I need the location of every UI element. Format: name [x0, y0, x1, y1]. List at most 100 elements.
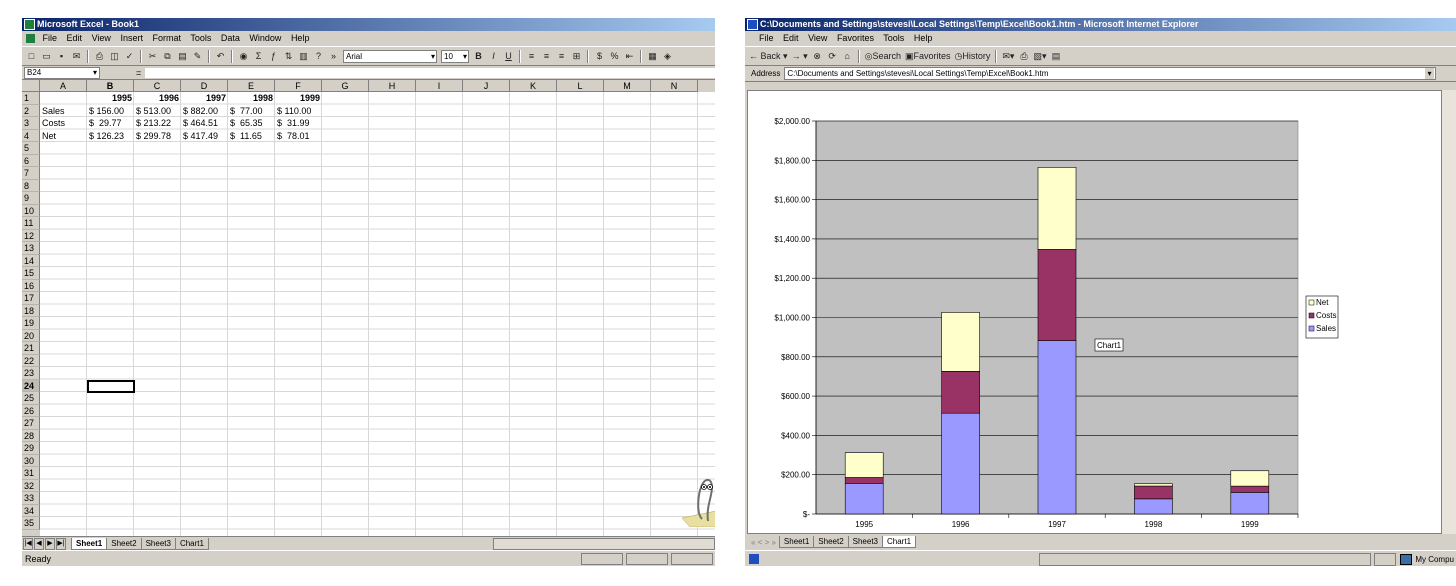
row-header-8[interactable]: 8 — [22, 179, 40, 192]
cell-b4[interactable]: $ 126.23 — [87, 130, 134, 143]
favorites-button[interactable]: ▣Favorites — [905, 50, 951, 62]
borders-icon[interactable]: ▦ — [647, 50, 658, 62]
chart-wizard-icon[interactable]: ▥ — [298, 50, 309, 62]
cell-a4[interactable]: Net — [40, 130, 87, 143]
edit-page-icon[interactable]: ▧▾ — [1033, 50, 1046, 62]
formula-equals-button[interactable]: = — [136, 68, 141, 78]
row-header-23[interactable]: 23 — [22, 367, 40, 380]
cell-a3[interactable]: Costs — [40, 117, 87, 130]
column-header-g[interactable]: G — [322, 80, 369, 92]
row-header-22[interactable]: 22 — [22, 354, 40, 367]
bar-sales-1999[interactable] — [1230, 492, 1270, 515]
excel-menu-view[interactable]: View — [92, 33, 111, 43]
cell-f3[interactable]: $ 31.99 — [275, 117, 322, 130]
formula-input[interactable] — [145, 67, 715, 78]
ie-menu-help[interactable]: Help — [914, 33, 933, 43]
row-header-33[interactable]: 33 — [22, 492, 40, 505]
cell-f1[interactable]: 1999 — [275, 92, 322, 105]
last-sheet-icon[interactable]: ▶| — [56, 538, 66, 550]
row-header-27[interactable]: 27 — [22, 417, 40, 430]
new-file-icon[interactable]: □ — [26, 50, 37, 62]
autosum-icon[interactable]: Σ — [253, 50, 264, 62]
row-header-3[interactable]: 3 — [22, 117, 40, 130]
row-header-32[interactable]: 32 — [22, 479, 40, 492]
name-box[interactable]: B24 — [24, 66, 100, 79]
excel-tab-chart1[interactable]: Chart1 — [174, 538, 209, 550]
bar-costs-1995[interactable] — [844, 477, 884, 484]
row-header-12[interactable]: 12 — [22, 229, 40, 242]
ie-tab-sheet3[interactable]: Sheet3 — [847, 536, 883, 548]
column-header-c[interactable]: C — [134, 80, 181, 92]
row-header-26[interactable]: 26 — [22, 404, 40, 417]
column-header-e[interactable]: E — [228, 80, 275, 92]
bar-net-1997[interactable] — [1037, 167, 1077, 250]
cell-b1[interactable]: 1995 — [87, 92, 134, 105]
bar-sales-1998[interactable] — [1134, 498, 1173, 515]
column-header-k[interactable]: K — [510, 80, 557, 92]
excel-menu-format[interactable]: Format — [152, 33, 181, 43]
cell-e1[interactable]: 1998 — [228, 92, 275, 105]
underline-icon[interactable]: U — [503, 50, 514, 62]
back-button[interactable]: ← Back ▾ — [749, 50, 788, 62]
format-painter-icon[interactable]: ✎ — [192, 50, 203, 62]
print-preview-icon[interactable]: ◫ — [109, 50, 120, 62]
excel-menu-tools[interactable]: Tools — [190, 33, 211, 43]
bar-net-1996[interactable] — [941, 312, 980, 372]
excel-tab-sheet2[interactable]: Sheet2 — [106, 538, 142, 550]
excel-menu-window[interactable]: Window — [249, 33, 281, 43]
hyperlink-icon[interactable]: ◉ — [238, 50, 249, 62]
column-header-j[interactable]: J — [463, 80, 510, 92]
column-header-b[interactable]: B — [87, 80, 134, 92]
forward-icon[interactable]: → ▾ — [792, 50, 808, 62]
address-input[interactable]: C:\Documents and Settings\stevesi\Local … — [784, 67, 1436, 80]
ie-menu-edit[interactable]: Edit — [783, 33, 799, 43]
ie-menu-favorites[interactable]: Favorites — [837, 33, 874, 43]
cell-f4[interactable]: $ 78.01 — [275, 130, 322, 143]
save-icon[interactable]: ▪ — [56, 50, 67, 62]
print-icon[interactable]: ⎙ — [1018, 50, 1029, 62]
excel-menu-file[interactable]: File — [43, 33, 58, 43]
undo-icon[interactable]: ↶ — [215, 50, 226, 62]
row-header-11[interactable]: 11 — [22, 217, 40, 230]
row-header-17[interactable]: 17 — [22, 292, 40, 305]
copy-icon[interactable]: ⧉ — [162, 50, 173, 62]
mail-icon[interactable]: ✉▾ — [1002, 50, 1014, 62]
cell-d3[interactable]: $ 464.51 — [181, 117, 228, 130]
email-icon[interactable]: ✉ — [71, 50, 82, 62]
row-header-25[interactable]: 25 — [22, 392, 40, 405]
column-header-l[interactable]: L — [557, 80, 604, 92]
ie-menu-view[interactable]: View — [808, 33, 827, 43]
spelling-icon[interactable]: ✓ — [124, 50, 135, 62]
percent-icon[interactable]: % — [609, 50, 620, 62]
row-header-28[interactable]: 28 — [22, 429, 40, 442]
excel-menu-data[interactable]: Data — [221, 33, 240, 43]
bar-costs-1999[interactable] — [1230, 485, 1270, 493]
first-sheet-icon[interactable]: |◀ — [23, 538, 33, 550]
column-header-f[interactable]: F — [275, 80, 322, 92]
row-header-10[interactable]: 10 — [22, 204, 40, 217]
ie-menu-tools[interactable]: Tools — [883, 33, 904, 43]
more-buttons-icon[interactable]: » — [328, 50, 339, 62]
cell-d1[interactable]: 1997 — [181, 92, 228, 105]
row-header-20[interactable]: 20 — [22, 329, 40, 342]
row-header-29[interactable]: 29 — [22, 442, 40, 455]
row-header-30[interactable]: 30 — [22, 454, 40, 467]
horizontal-scrollbar[interactable] — [493, 538, 715, 550]
merge-center-icon[interactable]: ⊞ — [571, 50, 582, 62]
ie-tab-sheet1[interactable]: Sheet1 — [778, 536, 815, 548]
cell-e2[interactable]: $ 77.00 — [228, 105, 275, 118]
row-header-6[interactable]: 6 — [22, 154, 40, 167]
row-header-14[interactable]: 14 — [22, 254, 40, 267]
row-header-4[interactable]: 4 — [22, 129, 40, 142]
excel-menu-insert[interactable]: Insert — [120, 33, 143, 43]
refresh-icon[interactable]: ⟳ — [827, 50, 838, 62]
selected-cell-b24[interactable] — [87, 379, 135, 393]
row-header-15[interactable]: 15 — [22, 267, 40, 280]
row-header-18[interactable]: 18 — [22, 304, 40, 317]
cell-c3[interactable]: $ 213.22 — [134, 117, 181, 130]
select-all-corner[interactable] — [22, 80, 40, 92]
column-header-a[interactable]: A — [40, 80, 87, 92]
row-header-21[interactable]: 21 — [22, 342, 40, 355]
cell-d4[interactable]: $ 417.49 — [181, 130, 228, 143]
row-header-1[interactable]: 1 — [22, 92, 40, 105]
